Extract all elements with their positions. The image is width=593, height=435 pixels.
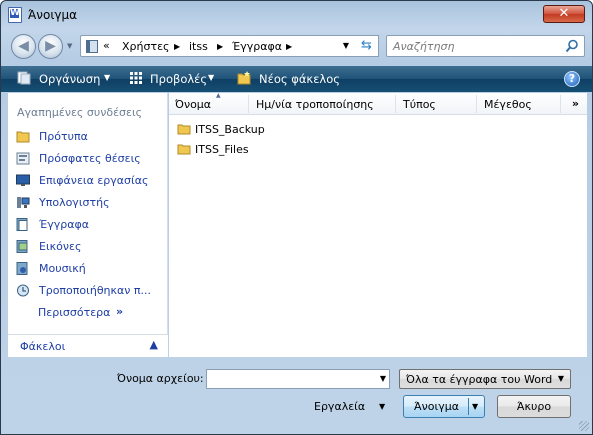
- breadcrumb-users[interactable]: Χρήστες: [122, 40, 170, 53]
- search-placeholder[interactable]: Αναζήτηση: [393, 40, 454, 53]
- more-columns-icon[interactable]: »: [572, 97, 579, 110]
- breadcrumb-separator-icon[interactable]: ▶: [286, 42, 292, 51]
- refresh-button[interactable]: ⇆: [355, 35, 379, 57]
- list-item[interactable]: ITSS_Backup: [177, 121, 377, 139]
- pictures-icon: [16, 240, 28, 253]
- favorite-link-computer[interactable]: Υπολογιστής: [15, 194, 163, 212]
- window-title: Άνοιγμα: [28, 8, 78, 22]
- file-list[interactable]: Όνομα ▲ Ημ/νία τροποποίησης Τύπος Μέγεθο…: [169, 92, 587, 357]
- column-header-date-modified[interactable]: Ημ/νία τροποποίησης: [256, 98, 374, 111]
- sort-arrow-icon: ▲: [216, 92, 221, 99]
- organize-icon: [17, 71, 31, 85]
- breadcrumb-separator-icon[interactable]: ▶: [217, 42, 223, 51]
- filename-label: Όνομα αρχείου:: [117, 372, 204, 385]
- breadcrumb-separator-icon[interactable]: ▶: [174, 42, 180, 51]
- recent-pages-dropdown[interactable]: ▼: [67, 42, 72, 50]
- search-icon[interactable]: [565, 39, 579, 53]
- chevron-up-icon[interactable]: ▲: [150, 338, 158, 351]
- filetype-dropdown-icon[interactable]: ▼: [558, 374, 564, 383]
- music-icon: [16, 262, 28, 275]
- column-divider[interactable]: [476, 95, 477, 113]
- recently-changed-icon: [17, 284, 29, 297]
- column-divider[interactable]: [395, 95, 396, 113]
- address-overflow-chevron[interactable]: «: [103, 39, 110, 52]
- folder-icon: [177, 144, 191, 155]
- column-divider[interactable]: [248, 95, 249, 113]
- more-arrow-icon[interactable]: »: [116, 305, 123, 318]
- favorite-link-pictures[interactable]: Εικόνες: [15, 238, 163, 256]
- organize-menu[interactable]: Οργάνωση: [39, 72, 100, 86]
- breadcrumb-documents[interactable]: Έγγραφα: [232, 40, 282, 53]
- favorite-link-label[interactable]: Πρόσφατες θέσεις: [39, 152, 141, 165]
- favorite-link-label[interactable]: Μουσική: [39, 262, 86, 275]
- filetype-select[interactable]: Όλα τα έγγραφα του Word ▼: [399, 369, 571, 389]
- new-folder-button[interactable]: Νέος φάκελος: [259, 72, 340, 86]
- favorite-link-recently-changed[interactable]: Τροποποιήθηκαν π...: [15, 282, 163, 300]
- favorite-links-heading: Αγαπημένες συνδέσεις: [17, 106, 143, 119]
- filename-input[interactable]: ▼: [206, 369, 390, 389]
- documents-icon: [16, 218, 28, 231]
- folder-icon: [177, 124, 191, 135]
- resize-grip[interactable]: [579, 421, 589, 431]
- cancel-button[interactable]: Άκυρο: [497, 395, 571, 418]
- open-button-label[interactable]: Άνοιγμα: [414, 396, 459, 417]
- more-links[interactable]: Περισσότερα: [38, 306, 110, 319]
- favorite-link-music[interactable]: Μουσική: [15, 260, 163, 278]
- column-header-type[interactable]: Τύπος: [403, 98, 436, 111]
- help-button[interactable]: ?: [564, 71, 580, 87]
- column-header-name[interactable]: Όνομα: [175, 98, 211, 111]
- favorite-link-label[interactable]: Υπολογιστής: [39, 196, 110, 209]
- word-app-icon: [8, 7, 22, 23]
- back-button[interactable]: ◀: [11, 34, 36, 59]
- column-divider[interactable]: [560, 95, 561, 113]
- favorite-link-label[interactable]: Επιφάνεια εργασίας: [39, 174, 148, 187]
- favorite-link-documents[interactable]: Έγγραφα: [15, 216, 163, 234]
- file-name[interactable]: ITSS_Backup: [195, 123, 265, 136]
- new-folder-icon: [237, 71, 251, 85]
- command-toolbar: Οργάνωση ▼ Προβολές ▼ Νέος φάκελος ?: [1, 66, 592, 92]
- recent-places-icon: [16, 152, 30, 165]
- views-menu[interactable]: Προβολές: [150, 72, 207, 86]
- favorite-link-label[interactable]: Πρότυπα: [39, 130, 88, 143]
- open-button-divider: [468, 398, 469, 415]
- open-button[interactable]: Άνοιγμα ▼: [403, 395, 485, 418]
- tools-menu[interactable]: Εργαλεία: [314, 400, 365, 413]
- address-bar[interactable]: « Χρήστες ▶ itss ▶ Έγγραφα ▶ ▼: [80, 35, 377, 57]
- favorite-link-desktop[interactable]: Επιφάνεια εργασίας: [15, 172, 163, 190]
- close-button[interactable]: ✕: [543, 5, 585, 23]
- views-icon: [130, 72, 142, 84]
- favorite-link-templates[interactable]: Πρότυπα: [15, 128, 163, 146]
- navigation-pane: Αγαπημένες συνδέσεις Πρότυπα Πρόσφατες θ…: [8, 93, 168, 357]
- open-dialog-window: Άνοιγμα ✕ ◀ ▶ ▼ « Χρήστες ▶ itss ▶ Έγγρα…: [0, 0, 593, 435]
- list-item[interactable]: ITSS_Files: [177, 141, 377, 159]
- computer-icon: [17, 197, 30, 208]
- filename-dropdown-icon[interactable]: ▼: [380, 374, 386, 383]
- favorite-link-recent-places[interactable]: Πρόσφατες θέσεις: [15, 150, 163, 168]
- desktop-icon: [16, 174, 30, 186]
- filetype-value[interactable]: Όλα τα έγγραφα του Word: [406, 373, 552, 386]
- file-name[interactable]: ITSS_Files: [195, 143, 249, 156]
- views-dropdown-icon[interactable]: ▼: [208, 73, 214, 82]
- favorite-link-label[interactable]: Τροποποιήθηκαν π...: [39, 284, 151, 297]
- column-header-size[interactable]: Μέγεθος: [484, 98, 532, 111]
- breadcrumb-itss[interactable]: itss: [189, 40, 208, 53]
- open-options-dropdown-icon[interactable]: ▼: [472, 396, 478, 417]
- favorite-link-label[interactable]: Έγγραφα: [39, 218, 89, 231]
- title-bar[interactable]: Άνοιγμα ✕: [1, 1, 592, 29]
- column-header-row: Όνομα ▲ Ημ/νία τροποποίησης Τύπος Μέγεθο…: [169, 92, 587, 115]
- organize-dropdown-icon[interactable]: ▼: [104, 73, 110, 82]
- folders-toggle[interactable]: Φάκελοι ▲: [8, 334, 168, 357]
- folder-icon: [16, 131, 30, 143]
- forward-button[interactable]: ▶: [38, 34, 63, 59]
- folders-label[interactable]: Φάκελοι: [20, 340, 65, 353]
- favorite-link-label[interactable]: Εικόνες: [39, 240, 81, 253]
- address-dropdown-icon[interactable]: ▼: [338, 38, 354, 54]
- address-location-icon: [86, 40, 98, 53]
- tools-dropdown-icon[interactable]: ▼: [379, 402, 385, 411]
- search-box[interactable]: Αναζήτηση: [386, 35, 585, 57]
